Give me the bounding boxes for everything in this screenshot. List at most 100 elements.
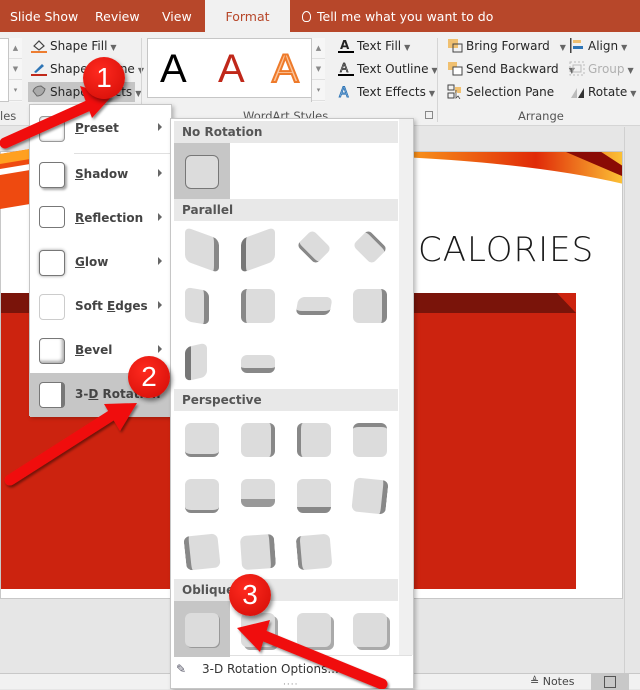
oblique-option-3[interactable] xyxy=(286,601,342,657)
bring-forward-icon xyxy=(447,38,463,53)
wordart-gallery-scroll[interactable]: ▲ ▼ ▾ xyxy=(311,38,325,102)
perspective-shape-icon xyxy=(183,533,221,571)
wordart-styles-gallery[interactable]: A A A ▲ ▼ ▾ xyxy=(147,38,325,102)
svg-text:A: A xyxy=(339,85,349,99)
pen-icon xyxy=(31,61,47,76)
parallel-shape-icon xyxy=(185,226,219,274)
perspective-option-10[interactable] xyxy=(230,523,286,579)
notes-button[interactable]: ≜ Notes xyxy=(530,675,575,688)
perspective-shape-icon xyxy=(351,477,389,515)
rotation-option-none[interactable] xyxy=(174,143,230,199)
tab-review[interactable]: Review xyxy=(95,0,140,32)
perspective-option-8[interactable] xyxy=(342,467,398,523)
vertical-scrollbar[interactable] xyxy=(624,127,640,674)
submenu-arrow-icon xyxy=(158,123,162,131)
parallel-shape-icon xyxy=(352,229,388,265)
tab-view[interactable]: View xyxy=(162,0,192,32)
parallel-option-9[interactable] xyxy=(174,333,230,389)
parallel-shape-icon xyxy=(295,297,333,315)
group-button[interactable]: Group ▼ xyxy=(569,59,634,79)
submenu-arrow-icon xyxy=(158,301,162,309)
arrange-group-label: Arrange xyxy=(518,109,564,123)
align-button[interactable]: Align ▼ xyxy=(569,36,627,56)
oblique-option-4[interactable] xyxy=(342,601,398,657)
group-icon xyxy=(569,61,585,76)
rotate-icon xyxy=(569,84,585,99)
perspective-shape-icon xyxy=(239,533,277,571)
oblique-option-1[interactable] xyxy=(174,601,230,657)
menu-item-soft-edges[interactable]: Soft Edges xyxy=(30,285,171,329)
section-oblique: Oblique xyxy=(174,579,398,601)
perspective-shape-icon xyxy=(241,423,275,457)
text-effects-button[interactable]: A Text Effects ▼ xyxy=(338,82,435,102)
oblique-shape-icon xyxy=(297,613,331,647)
wordart-style-red[interactable]: A xyxy=(218,45,245,93)
normal-view-button[interactable] xyxy=(591,674,629,690)
divider xyxy=(437,38,438,122)
selection-pane-icon xyxy=(447,84,463,100)
perspective-shape-icon xyxy=(241,479,275,507)
bring-forward-button[interactable]: Bring Forward ▼ xyxy=(447,36,566,56)
submenu-arrow-icon xyxy=(158,257,162,265)
perspective-option-9[interactable] xyxy=(174,523,230,579)
send-backward-button[interactable]: Send Backward ▼ xyxy=(447,59,575,79)
menu-item-glow[interactable]: Glow xyxy=(30,241,171,285)
dialog-launcher-icon[interactable] xyxy=(425,111,433,119)
tab-format[interactable]: Format xyxy=(205,0,290,32)
menu-item-shadow[interactable]: Shadow xyxy=(30,153,171,197)
parallel-option-6[interactable] xyxy=(230,277,286,333)
soft-edges-icon xyxy=(39,294,65,320)
wordart-style-orange-outline[interactable]: A xyxy=(271,45,300,93)
parallel-option-10[interactable] xyxy=(230,333,286,389)
menu-item-preset[interactable]: Preset xyxy=(30,107,171,151)
selection-pane-button[interactable]: Selection Pane xyxy=(447,82,554,102)
parallel-shape-icon xyxy=(185,342,207,382)
shape-fill-button[interactable]: Shape Fill ▼ xyxy=(31,36,117,56)
lightbulb-icon xyxy=(302,11,311,22)
tab-slide-show[interactable]: Slide Show xyxy=(10,0,78,32)
perspective-option-2[interactable] xyxy=(230,411,286,467)
text-fill-button[interactable]: A Text Fill ▼ xyxy=(338,36,410,56)
perspective-shape-icon xyxy=(295,533,333,571)
parallel-shape-icon xyxy=(241,289,275,323)
oblique-shape-icon xyxy=(185,613,219,647)
glow-icon xyxy=(39,250,65,276)
parallel-option-4[interactable] xyxy=(342,221,398,277)
parallel-option-2[interactable] xyxy=(230,221,286,277)
tell-me-text: Tell me what you want to do xyxy=(317,9,494,24)
text-fill-icon: A xyxy=(338,38,354,53)
perspective-option-7[interactable] xyxy=(286,467,342,523)
wordart-style-black[interactable]: A xyxy=(160,45,187,93)
perspective-option-5[interactable] xyxy=(174,467,230,523)
gallery-scrollbar[interactable] xyxy=(399,119,413,655)
decorative-swoosh-left xyxy=(0,149,30,209)
parallel-option-1[interactable] xyxy=(174,221,230,277)
perspective-option-4[interactable] xyxy=(342,411,398,467)
tell-me-search[interactable]: Tell me what you want to do xyxy=(302,0,493,32)
shape-styles-gallery[interactable]: ▲ ▼ ▾ xyxy=(0,38,22,102)
rotate-button[interactable]: Rotate ▼ xyxy=(569,82,636,102)
paint-bucket-icon xyxy=(31,38,47,53)
gallery-scroll[interactable]: ▲ ▼ ▾ xyxy=(8,38,22,102)
perspective-option-1[interactable] xyxy=(174,411,230,467)
ribbon-tab-bar: Slide Show Review View Format Tell me wh… xyxy=(0,0,640,32)
parallel-option-7[interactable] xyxy=(286,277,342,333)
shape-styles-group-label: les xyxy=(0,109,17,123)
perspective-option-6[interactable] xyxy=(230,467,286,523)
parallel-option-8[interactable] xyxy=(342,277,398,333)
annotation-badge-1: 1 xyxy=(83,57,125,99)
text-outline-button[interactable]: A Text Outline ▼ xyxy=(338,59,438,79)
parallel-option-5[interactable] xyxy=(174,277,230,333)
slide-title[interactable]: CALORIES xyxy=(418,230,594,270)
text-outline-icon: A xyxy=(338,61,354,76)
perspective-option-11[interactable] xyxy=(286,523,342,579)
bevel-icon xyxy=(39,338,65,364)
parallel-option-3[interactable] xyxy=(286,221,342,277)
perspective-option-3[interactable] xyxy=(286,411,342,467)
oblique-shape-icon xyxy=(353,613,387,647)
align-icon xyxy=(569,38,585,53)
3d-rotation-options-button[interactable]: ✎ 3-D Rotation Options... xyxy=(176,662,339,676)
parallel-shape-icon xyxy=(296,229,332,265)
submenu-arrow-icon xyxy=(158,169,162,177)
menu-item-reflection[interactable]: Reflection xyxy=(30,197,171,241)
